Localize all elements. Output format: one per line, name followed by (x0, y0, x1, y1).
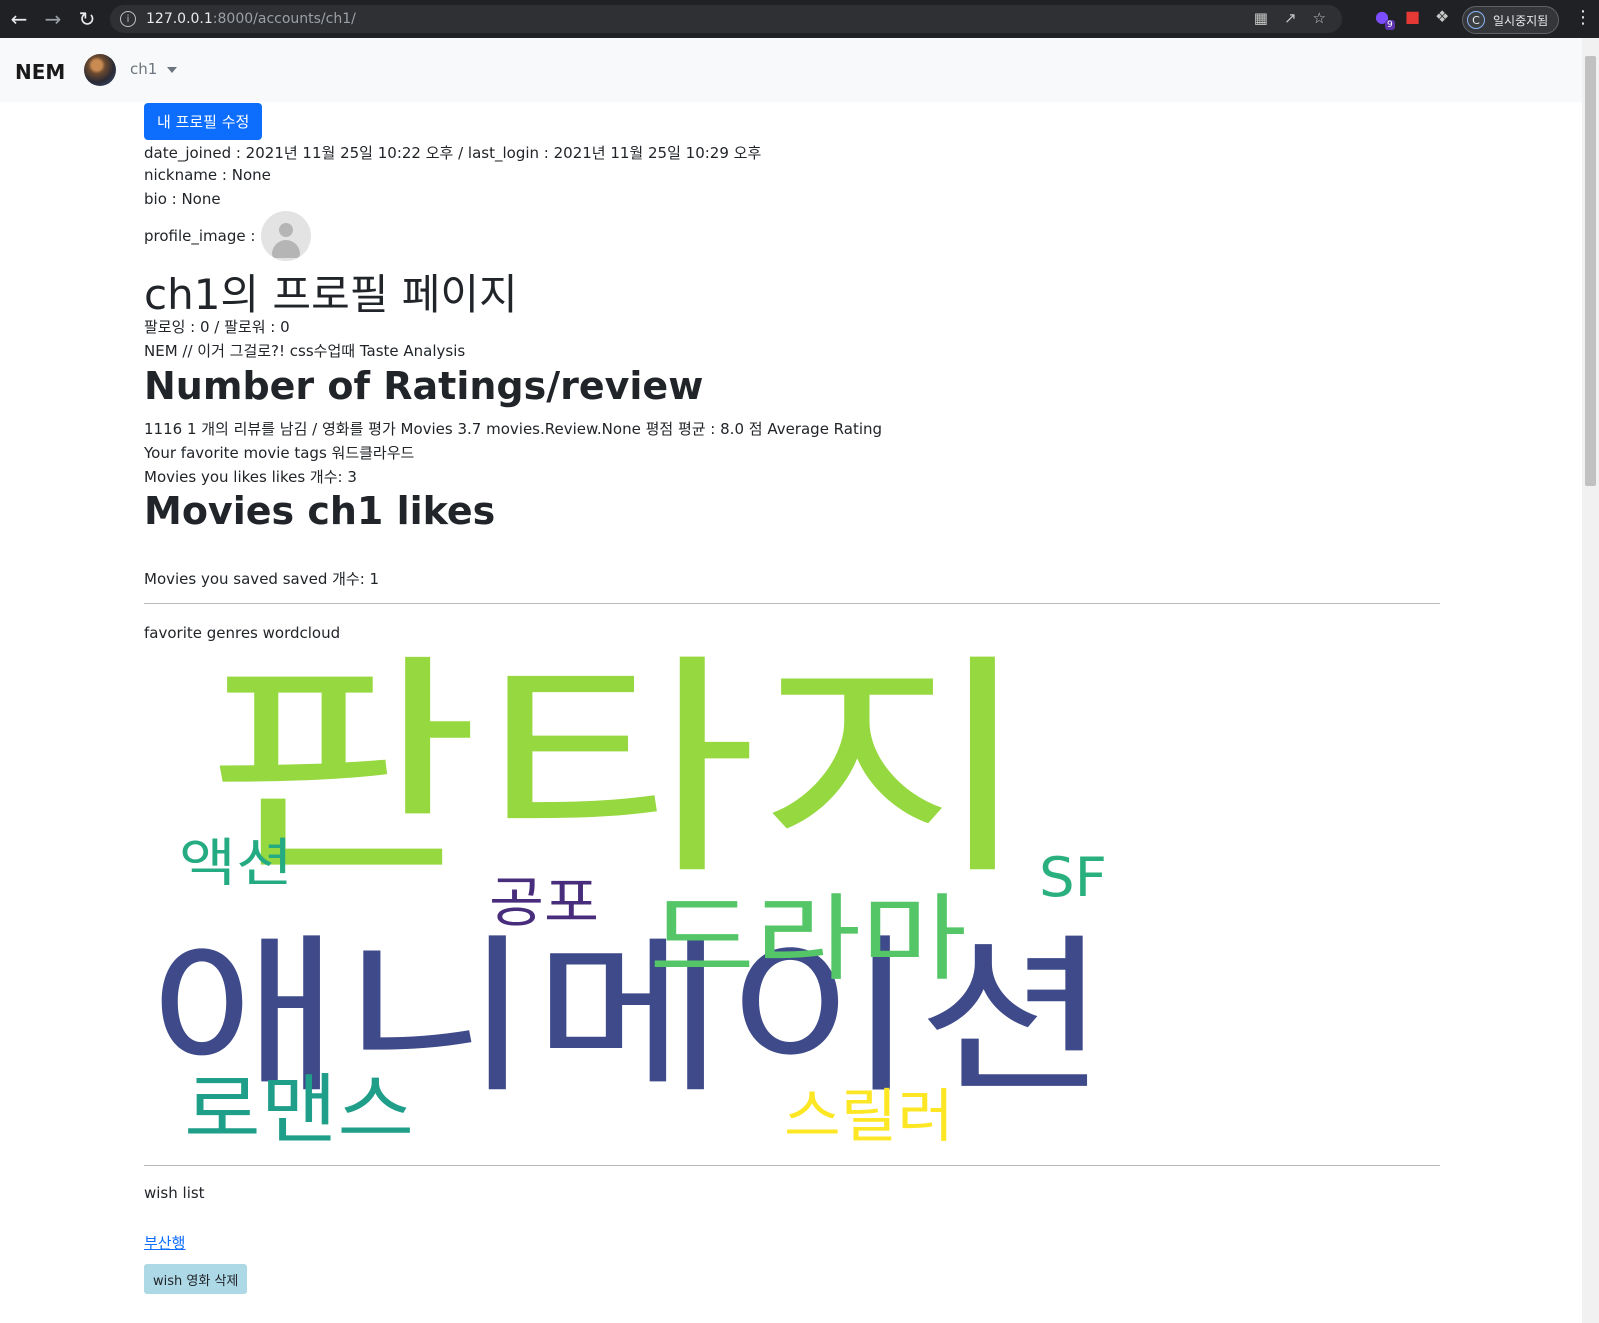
favorite-tags-text: Your favorite movie tags 워드클라우드 (144, 444, 415, 462)
saved-count-text: Movies you saved saved 개수: 1 (144, 570, 380, 588)
wordcloud-word-romance: 로맨스 (184, 1065, 414, 1154)
browser-profile-chip[interactable]: C 일시중지됨 (1462, 6, 1560, 34)
caret-down-icon (167, 66, 178, 73)
wish-list-label: wish list (144, 1184, 205, 1202)
reload-icon[interactable]: ↻ (72, 4, 102, 34)
translate-icon[interactable]: ▦ (1254, 9, 1268, 27)
avatar[interactable] (84, 54, 116, 86)
edit-profile-button[interactable]: 내 프로필 수정 (144, 103, 263, 140)
user-dropdown[interactable]: ch1 (130, 60, 178, 78)
profile-image-label: profile_image : (144, 227, 256, 245)
wordcloud-word-action: 액션 (179, 834, 293, 894)
divider (144, 603, 1440, 604)
back-icon[interactable]: ← (4, 4, 34, 34)
dates-text: date_joined : 2021년 11월 25일 10:22 오후 / l… (144, 144, 762, 162)
username-label: ch1 (130, 60, 158, 78)
likes-count-text: Movies you likes likes 개수: 3 (144, 468, 357, 486)
wordcloud-label: favorite genres wordcloud (144, 624, 341, 642)
follow-counts: 팔로잉 : 0 / 팔로워 : 0 (144, 318, 290, 336)
page-scrollbar[interactable] (1582, 38, 1599, 1323)
ratings-heading: Number of Ratings/review (144, 364, 704, 408)
wish-delete-button[interactable]: wish 영화 삭제 (144, 1264, 248, 1294)
brand-logo[interactable]: NEM (15, 60, 65, 84)
forward-icon[interactable]: → (38, 4, 68, 34)
wordcloud-word-drama: 드라마 (649, 885, 967, 994)
divider (144, 1165, 1440, 1166)
ratings-summary: 1116 1 개의 리뷰를 남김 / 영화를 평가 Movies 3.7 mov… (144, 420, 883, 438)
wordcloud-word-sf: SF (1039, 846, 1107, 909)
wordcloud-word-fantasy: 판타지 (204, 646, 1034, 907)
extensions-puzzle-icon[interactable]: ❖ (1435, 7, 1449, 26)
browser-menu-icon[interactable]: ⋮ (1574, 7, 1592, 28)
page-title: ch1의 프로필 페이지 (144, 270, 518, 319)
profile-initial-icon: C (1467, 11, 1485, 29)
scrollbar-thumb[interactable] (1585, 56, 1596, 486)
browser-toolbar: ← → ↻ i 127.0.0.1:8000/accounts/ch1/ ▦ ↗… (0, 0, 1599, 38)
wordcloud-word-horror: 공포 (489, 871, 599, 934)
genre-wordcloud: 판타지 애니메이션 드라마 로맨스 액션 공포 SF 스릴러 (149, 646, 1109, 1154)
wordcloud-word-thriller: 스릴러 (784, 1082, 954, 1150)
wish-movie-link[interactable]: 부산행 (144, 1232, 185, 1253)
likes-heading: Movies ch1 likes (144, 489, 496, 533)
nickname-text: nickname : None (144, 166, 271, 184)
site-info-icon[interactable]: i (120, 11, 136, 27)
extension-red-icon[interactable]: ■ (1405, 7, 1420, 26)
address-bar[interactable]: i 127.0.0.1:8000/accounts/ch1/ ▦ ↗ ☆ (110, 5, 1342, 33)
taste-analysis-text: NEM // 이거 그걸로?! css수업때 Taste Analysis (144, 342, 466, 360)
share-icon[interactable]: ↗ (1284, 9, 1297, 27)
extension-icon[interactable]: ●9 (1375, 7, 1399, 30)
profile-status-label: 일시중지됨 (1493, 13, 1549, 28)
bio-text: bio : None (144, 190, 221, 208)
profile-image-row: profile_image : (144, 211, 312, 261)
address-url[interactable]: 127.0.0.1:8000/accounts/ch1/ (146, 11, 356, 27)
site-navbar: NEM ch1 (0, 38, 1582, 102)
bookmark-star-icon[interactable]: ☆ (1313, 9, 1326, 27)
default-avatar-icon (261, 211, 312, 261)
